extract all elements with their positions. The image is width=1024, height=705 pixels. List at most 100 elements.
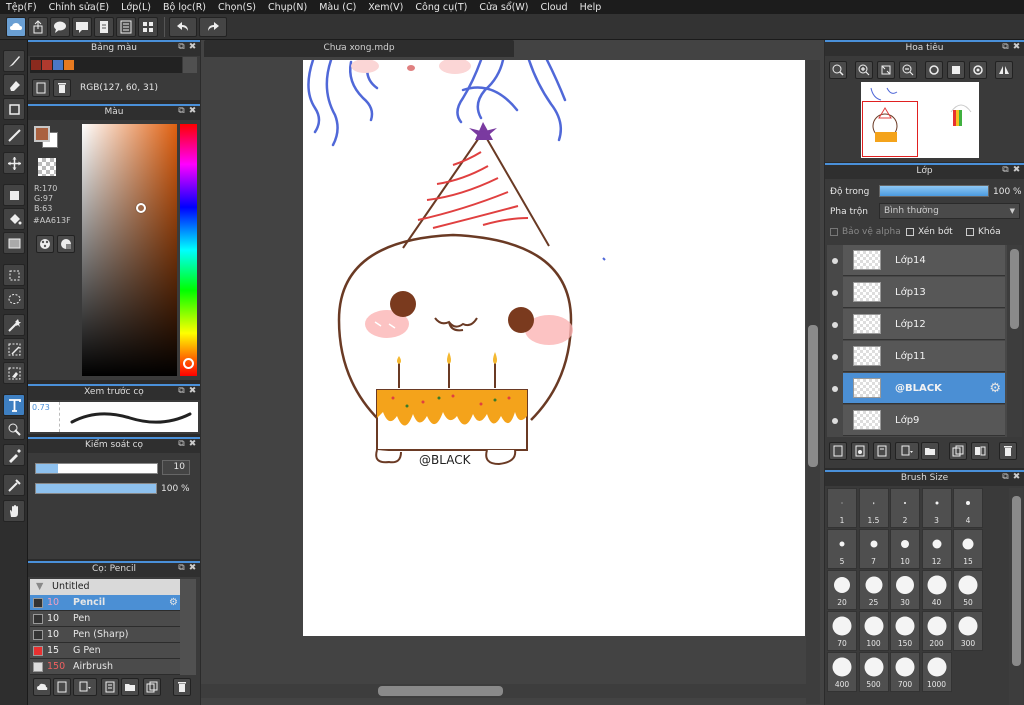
brush-size-cell[interactable]: 4 [953,488,983,528]
menu-color[interactable]: Màu (C) [313,2,362,13]
eye-icon[interactable] [832,418,838,424]
drawing-canvas[interactable]: @BLACK [303,60,805,636]
eyedropper-tool-icon[interactable] [3,474,25,496]
undo-icon[interactable] [169,16,197,37]
bucket-tool-icon[interactable] [3,208,25,230]
grid-icon[interactable] [138,16,158,37]
float-icon[interactable]: ⧉ [177,440,186,449]
brush-size-cell[interactable]: 5 [827,529,857,569]
menu-layer[interactable]: Lớp(L) [115,2,157,13]
new-brush-icon[interactable] [53,678,71,696]
dropper-tool-icon[interactable] [3,444,25,466]
close-icon[interactable]: ✖ [1012,166,1021,175]
brush-size-cell[interactable]: 2 [890,488,920,528]
float-icon[interactable]: ⧉ [1001,43,1010,52]
fit-window-icon[interactable] [877,61,895,79]
saturation-value-field[interactable] [82,124,177,376]
brush-list-item[interactable]: 10 Pen [30,611,180,627]
brush-size-cell[interactable]: 15 [953,529,983,569]
operation-tool-icon[interactable] [3,418,25,440]
eye-icon[interactable] [832,322,838,328]
brush-size-cell[interactable]: 3 [921,488,952,528]
brush-size-cell[interactable]: 1 [827,488,857,528]
menu-window[interactable]: Cửa sổ(W) [473,2,534,13]
brush-size-value[interactable]: 10 [162,460,190,475]
page-icon[interactable] [94,16,114,37]
brush-size-cell[interactable]: 400 [827,652,857,692]
share-icon[interactable] [28,16,48,37]
navigator-thumbnail[interactable] [861,82,979,158]
select-eraser-tool-icon[interactable] [3,362,25,384]
trash-icon[interactable] [173,678,191,696]
zoom-out-icon[interactable] [899,61,917,79]
add-color-icon[interactable] [32,79,50,97]
rotate-left-icon[interactable] [925,61,943,79]
lasso-tool-icon[interactable] [3,288,25,310]
brush-size-cell[interactable]: 1.5 [858,488,889,528]
palette-scrollbar[interactable] [183,57,197,73]
brush-size-cell[interactable]: 12 [921,529,952,569]
gear-icon[interactable]: ⚙ [169,597,178,608]
zoom-fit-icon[interactable] [829,61,847,79]
brush-size-cell[interactable]: 100 [858,611,889,651]
select-pen-tool-icon[interactable] [3,338,25,360]
color-wheel-icon[interactable] [36,235,54,253]
eye-icon[interactable] [832,354,838,360]
brush-size-cell[interactable]: 7 [858,529,889,569]
brush-settings-icon[interactable] [101,678,119,696]
palette-swatch[interactable] [42,60,52,70]
brush-opacity-slider[interactable] [35,483,157,494]
checkbox[interactable] [966,227,974,236]
color-picker-cursor[interactable] [136,203,146,213]
close-icon[interactable]: ✖ [1012,473,1021,482]
menu-tools[interactable]: Công cụ(T) [409,2,473,13]
scroll-thumb[interactable] [378,686,503,696]
menu-select[interactable]: Chọn(S) [212,2,262,13]
close-icon[interactable]: ✖ [188,564,197,573]
eye-icon[interactable] [832,290,838,296]
checkbox[interactable] [830,227,838,236]
canvas-horizontal-scrollbar[interactable] [201,684,806,698]
float-icon[interactable]: ⧉ [177,564,186,573]
brush-size-cell[interactable]: 50 [953,570,983,610]
brush-size-cell[interactable]: 1000 [921,652,952,692]
duplicate-brush-icon[interactable] [143,678,161,696]
rotate-right-icon[interactable] [969,61,987,79]
add-brush-menu-icon[interactable] [73,678,97,696]
magic-wand-tool-icon[interactable] [3,314,25,336]
text-tool-icon[interactable] [3,394,25,416]
layer-list-scrollbar[interactable] [1007,245,1022,437]
menu-help[interactable]: Help [574,2,608,13]
menu-filter[interactable]: Bộ lọc(R) [157,2,212,13]
eraser-tool-icon[interactable] [3,74,25,96]
float-icon[interactable]: ⧉ [177,43,186,52]
trash-icon[interactable] [999,442,1017,460]
eye-icon[interactable] [832,258,838,264]
float-icon[interactable]: ⧉ [177,107,186,116]
hand-tool-icon[interactable] [3,500,25,522]
blend-mode-select[interactable]: Bình thường ▼ [879,203,1020,219]
list-icon[interactable] [116,16,136,37]
brush-size-cell[interactable]: 20 [827,570,857,610]
document-tab[interactable]: Chưa xong.mdp [204,40,514,57]
brush-size-cell[interactable]: 200 [921,611,952,651]
brush-tool-icon[interactable] [3,50,25,72]
gradient-tool-icon[interactable] [3,232,25,254]
color-settings-icon[interactable] [57,235,75,253]
menu-capture[interactable]: Chụp(N) [262,2,313,13]
layer-item[interactable]: Lớp11 [843,341,1005,372]
merge-layer-icon[interactable] [971,442,989,460]
brush-size-cell[interactable]: 300 [953,611,983,651]
menu-view[interactable]: Xem(V) [362,2,409,13]
float-icon[interactable]: ⧉ [177,387,186,396]
float-icon[interactable]: ⧉ [1001,166,1010,175]
close-icon[interactable]: ✖ [188,107,197,116]
brush-size-cell[interactable]: 500 [858,652,889,692]
menu-edit[interactable]: Chỉnh sửa(E) [43,2,116,13]
brush-list-item[interactable]: 150 Airbrush [30,659,180,675]
brush-size-cell[interactable]: 700 [890,652,920,692]
layer-item[interactable]: @BLACK ⚙ [843,373,1005,404]
menu-cloud[interactable]: Cloud [534,2,573,13]
new-color-layer-icon[interactable] [851,442,869,460]
duplicate-layer-icon[interactable] [949,442,967,460]
